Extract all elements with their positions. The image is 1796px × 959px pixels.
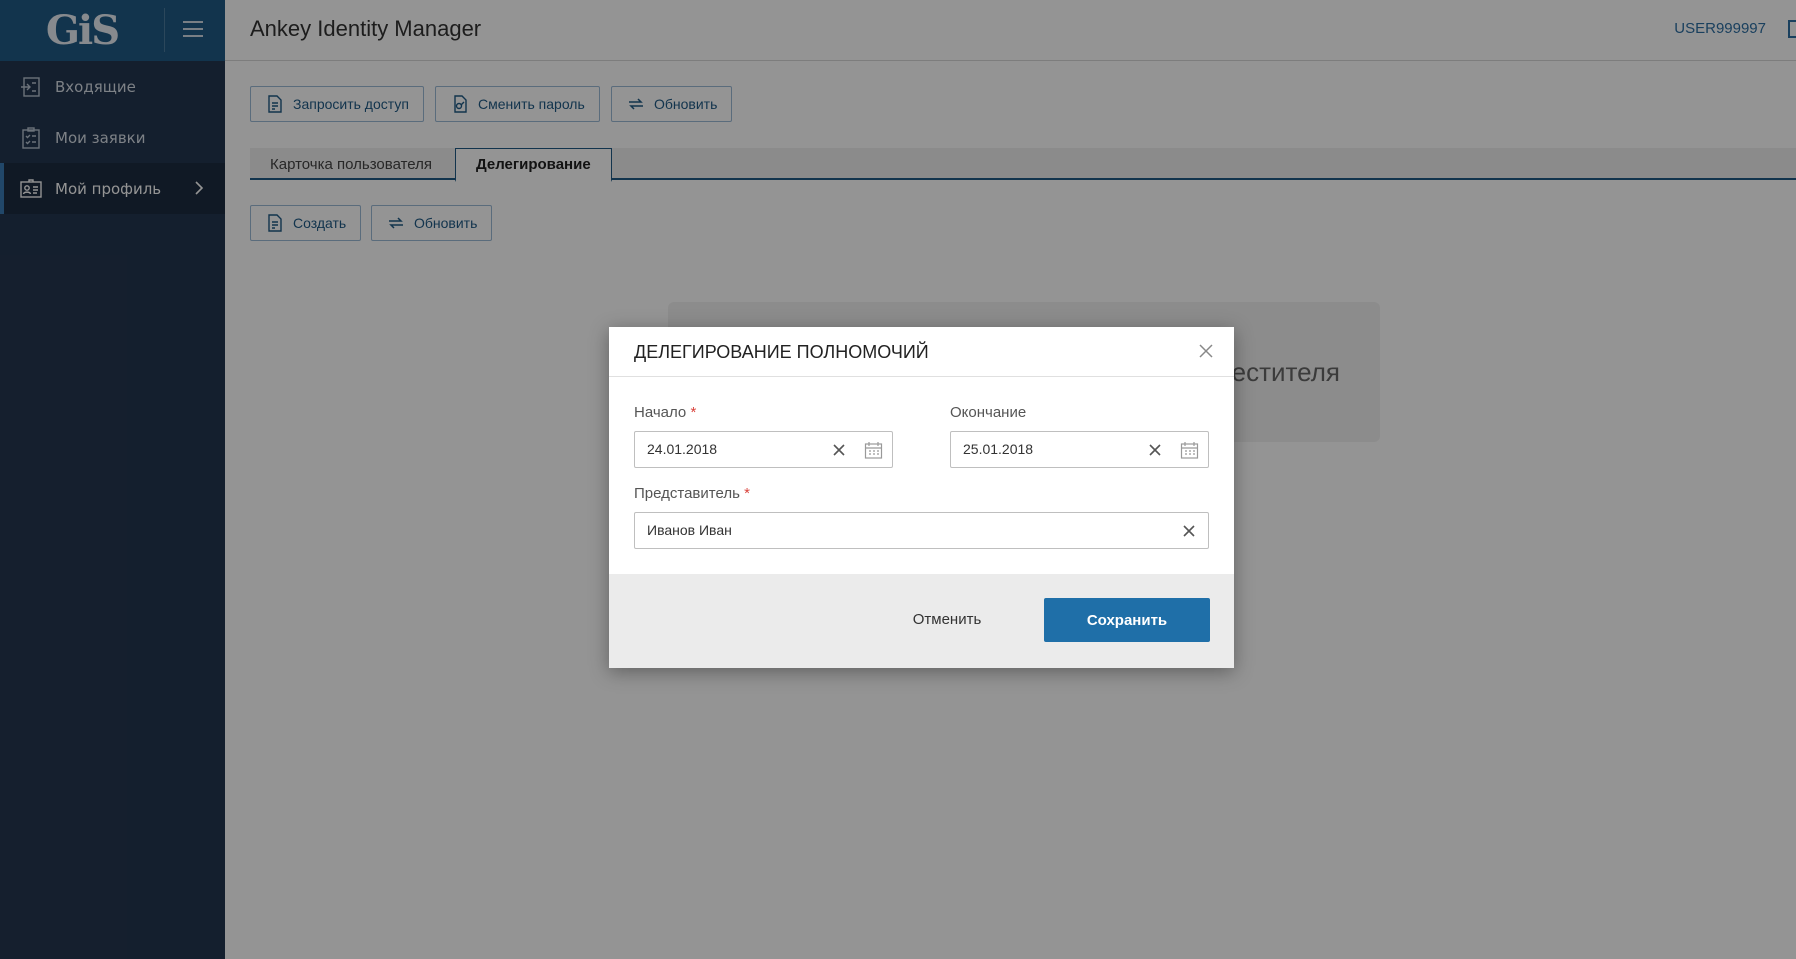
dialog-header: ДЕЛЕГИРОВАНИЕ ПОЛНОМОЧИЙ <box>609 327 1234 377</box>
calendar-icon[interactable] <box>864 441 883 460</box>
start-date-field[interactable]: 24.01.2018 <box>634 431 893 468</box>
delegation-dialog: ДЕЛЕГИРОВАНИЕ ПОЛНОМОЧИЙ Начало * 24.01.… <box>609 327 1234 668</box>
delegate-field[interactable]: Иванов Иван <box>634 512 1209 549</box>
calendar-icon[interactable] <box>1180 441 1199 460</box>
clear-icon[interactable] <box>1147 442 1163 458</box>
end-date-field[interactable]: 25.01.2018 <box>950 431 1209 468</box>
dialog-footer: Отменить Сохранить <box>609 574 1234 668</box>
start-date-label: Начало * <box>634 404 697 421</box>
delegate-value: Иванов Иван <box>647 522 732 538</box>
end-date-label: Окончание <box>950 404 1027 421</box>
clear-icon[interactable] <box>831 442 847 458</box>
dialog-title: ДЕЛЕГИРОВАНИЕ ПОЛНОМОЧИЙ <box>634 342 929 362</box>
cancel-button[interactable]: Отменить <box>887 598 1007 641</box>
required-mark: * <box>744 485 750 502</box>
delegate-label: Представитель * <box>634 485 750 502</box>
start-date-value: 24.01.2018 <box>647 441 718 457</box>
save-button[interactable]: Сохранить <box>1044 598 1210 642</box>
close-icon[interactable] <box>1198 343 1214 359</box>
end-date-value: 25.01.2018 <box>963 441 1034 457</box>
required-mark: * <box>690 404 697 421</box>
clear-icon[interactable] <box>1181 523 1197 539</box>
